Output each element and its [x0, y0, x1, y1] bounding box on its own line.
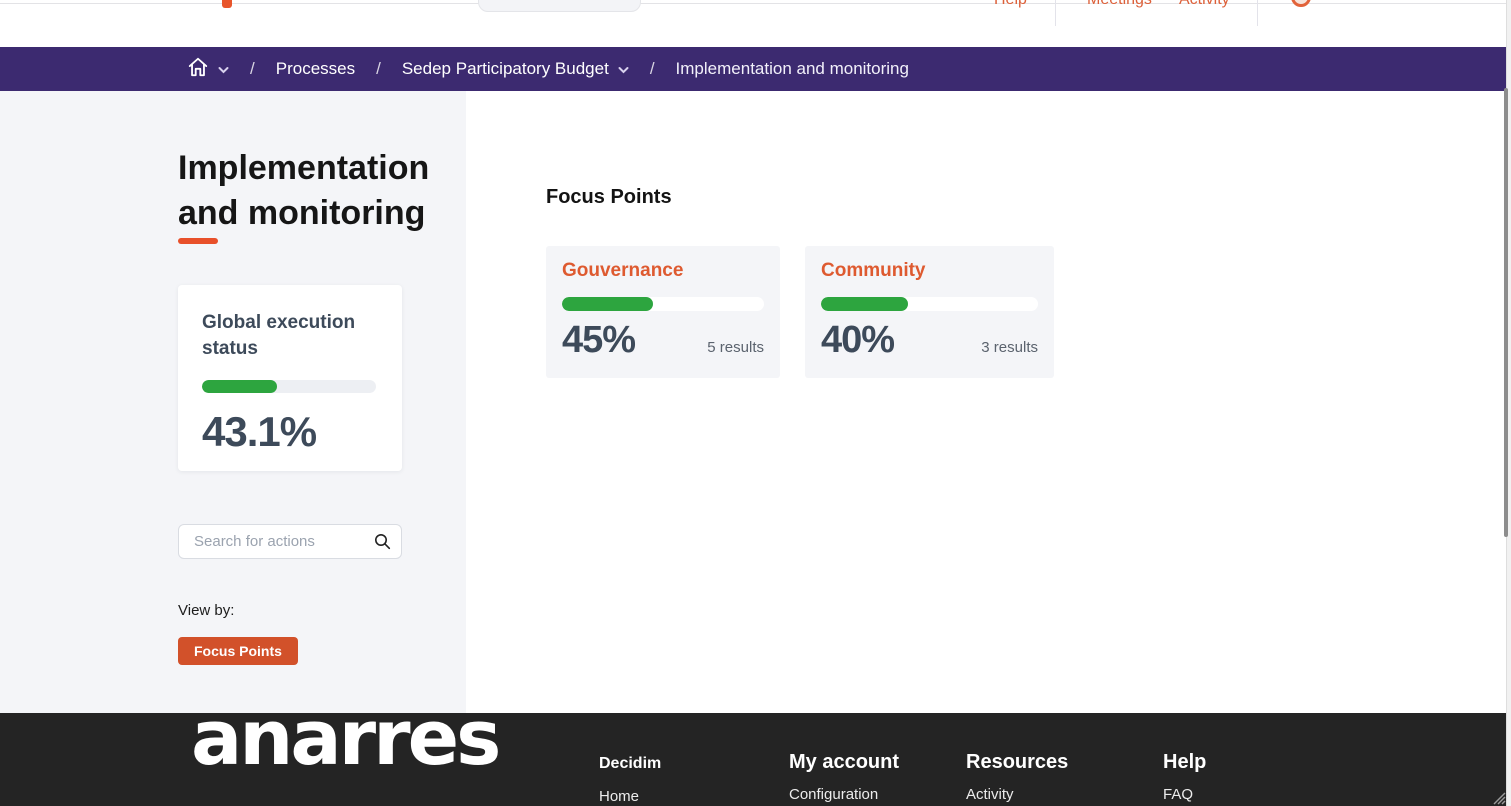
top-header: Help Meetings Activity: [0, 0, 1511, 47]
footer-heading-help: Help: [1163, 751, 1206, 774]
breadcrumb-item-processes[interactable]: Processes: [276, 59, 355, 79]
breadcrumb-process-dropdown[interactable]: [618, 59, 629, 79]
status-card-title: Global execution status: [202, 310, 380, 362]
focus-point-progress-value: 40%: [821, 319, 894, 362]
breadcrumb-home-dropdown[interactable]: [218, 59, 229, 79]
footer-column-help: Help FAQ: [1163, 751, 1206, 803]
breadcrumb-item-current: Implementation and monitoring: [676, 59, 909, 79]
chevron-down-icon: [218, 59, 229, 79]
focus-point-progress-fill: [562, 297, 653, 311]
search-input[interactable]: [178, 524, 402, 559]
resize-grip-icon[interactable]: [1488, 788, 1506, 806]
breadcrumb-separator: /: [250, 59, 255, 79]
footer-home-link[interactable]: Home: [599, 788, 661, 805]
section-title: Focus Points: [546, 186, 672, 209]
language-globe-icon[interactable]: [1291, 0, 1311, 7]
footer-configuration-link[interactable]: Configuration: [789, 786, 899, 803]
focus-point-title-link[interactable]: Community: [821, 260, 1038, 282]
breadcrumb-separator: /: [650, 59, 655, 79]
footer-activity-link[interactable]: Activity: [966, 786, 1068, 803]
footer-faq-link[interactable]: FAQ: [1163, 786, 1206, 803]
global-search-input[interactable]: [478, 0, 641, 12]
footer-column-resources: Resources Activity: [966, 751, 1068, 803]
focus-point-card: Gouvernance 45% 5 results: [546, 246, 780, 378]
focus-point-results-count: 5 results: [707, 339, 764, 356]
focus-point-progress-bar: [562, 297, 764, 311]
global-progress-value: 43.1%: [202, 408, 380, 456]
scrollbar-thumb[interactable]: [1504, 88, 1508, 537]
view-by-label: View by:: [178, 602, 234, 619]
topnav-divider: [1055, 0, 1056, 26]
footer-column-decidim: Decidim Home: [599, 755, 661, 805]
site-logo-fragment[interactable]: [222, 0, 232, 8]
global-progress-bar: [202, 380, 376, 393]
focus-point-progress-value: 45%: [562, 319, 635, 362]
global-execution-status-card: Global execution status 43.1%: [178, 285, 402, 471]
breadcrumb-item-process[interactable]: Sedep Participatory Budget: [402, 59, 609, 79]
topnav-meetings-link[interactable]: Meetings: [1087, 0, 1152, 9]
breadcrumb: / Processes / Sedep Participatory Budget…: [0, 47, 1506, 91]
page: Help Meetings Activity / Processes / Sed…: [0, 0, 1511, 806]
focus-point-title-link[interactable]: Gouvernance: [562, 260, 764, 282]
search-icon[interactable]: [374, 533, 391, 555]
global-progress-fill: [202, 380, 277, 393]
breadcrumb-home-link[interactable]: [187, 56, 209, 83]
chevron-down-icon: [618, 59, 629, 79]
topnav-activity-link[interactable]: Activity: [1179, 0, 1230, 9]
focus-point-progress-fill: [821, 297, 908, 311]
footer: anarres Decidim Home My account Configur…: [0, 713, 1511, 806]
focus-point-card: Community 40% 3 results: [805, 246, 1054, 378]
page-title: Implementation and monitoring: [178, 146, 460, 236]
footer-decidim-link[interactable]: Decidim: [599, 755, 661, 773]
focus-point-results-count: 3 results: [981, 339, 1038, 356]
topnav-help-link[interactable]: Help: [994, 0, 1027, 9]
footer-logo[interactable]: anarres: [191, 713, 498, 782]
home-icon: [187, 56, 209, 83]
topnav-divider: [1257, 0, 1258, 26]
footer-column-my-account: My account Configuration: [789, 751, 899, 803]
footer-heading-resources: Resources: [966, 751, 1068, 774]
focus-point-progress-bar: [821, 297, 1038, 311]
actions-search: [178, 524, 402, 559]
footer-heading-my-account: My account: [789, 751, 899, 774]
breadcrumb-separator: /: [376, 59, 381, 79]
title-underline: [178, 238, 218, 244]
focus-points-filter-button[interactable]: Focus Points: [178, 637, 298, 665]
